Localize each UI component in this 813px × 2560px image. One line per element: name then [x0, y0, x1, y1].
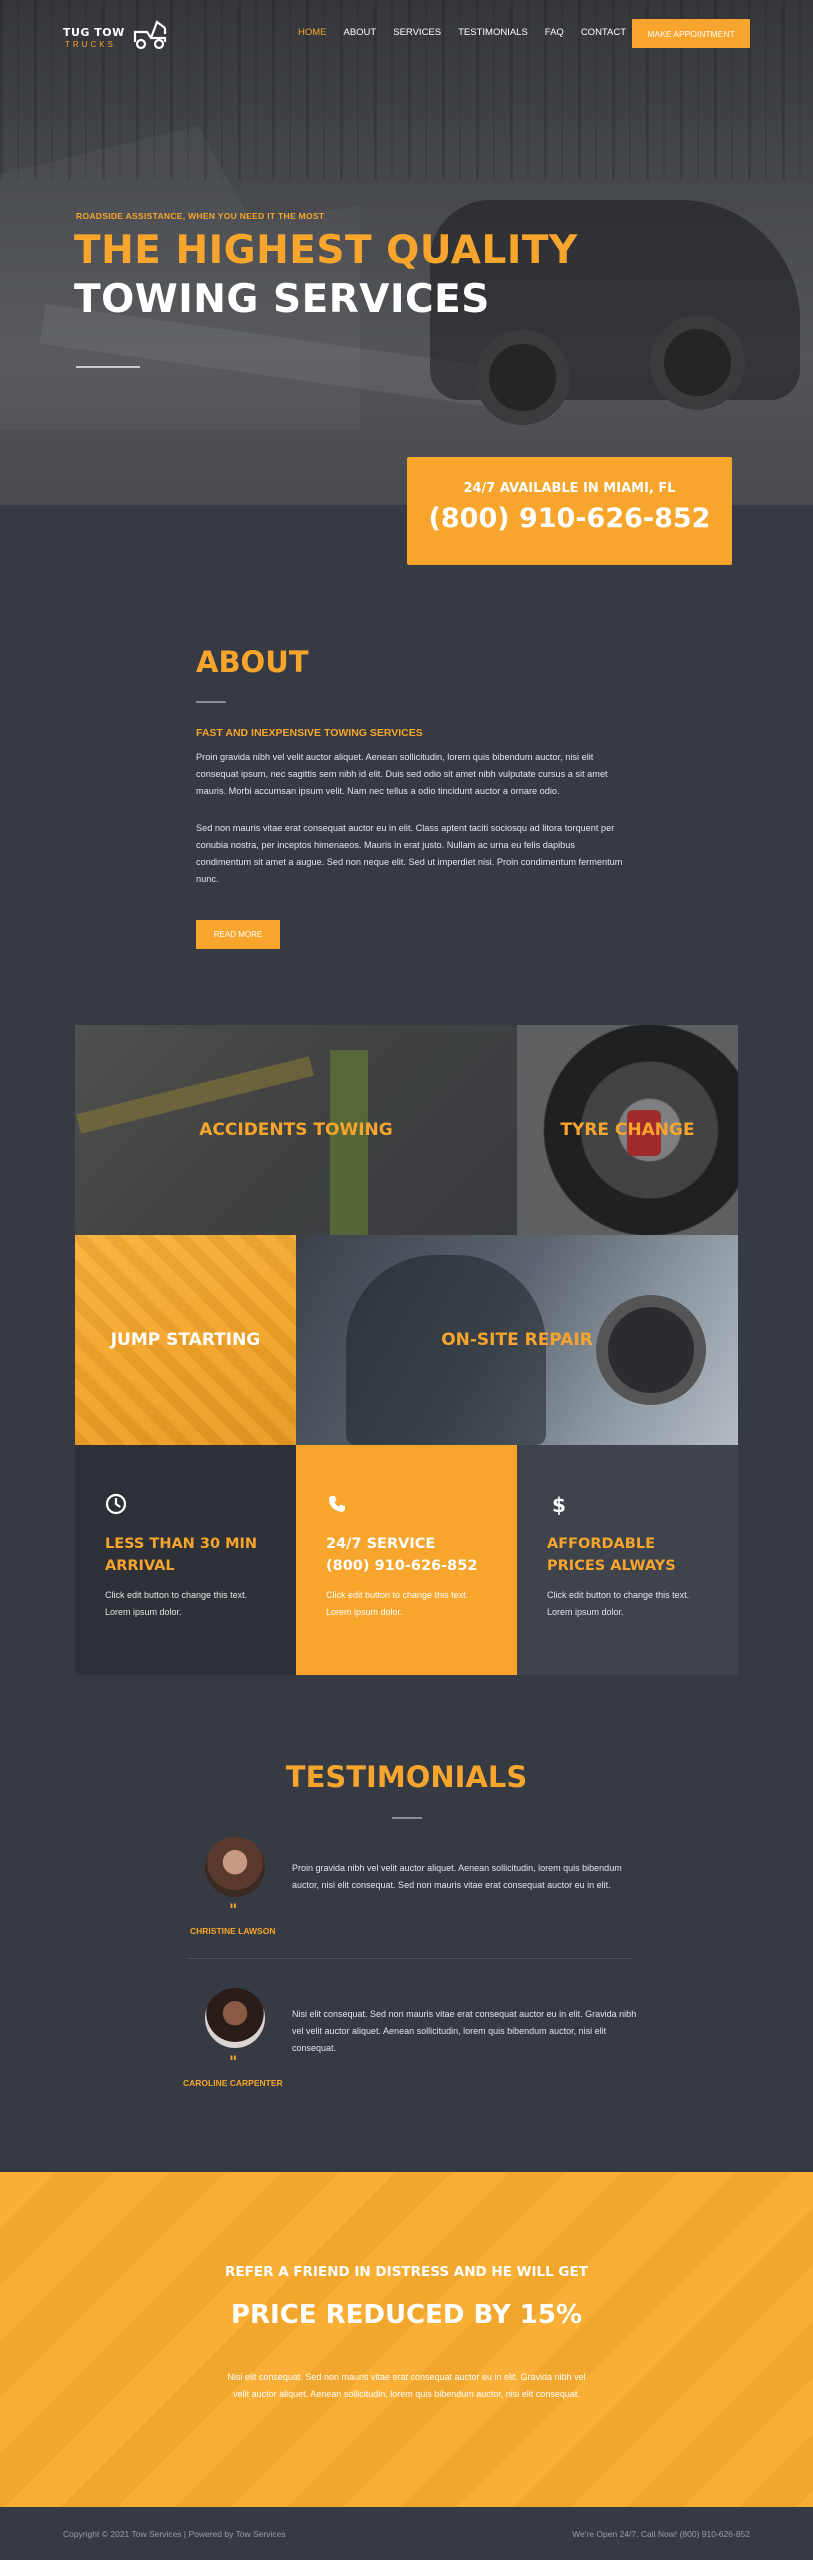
- top-navigation: TUG TOW TRUCKS HOME ABOUT SERVICES TESTI…: [0, 0, 813, 70]
- dollar-icon: $: [552, 1493, 566, 1515]
- quote-icon: ": [229, 1900, 238, 1919]
- about-paragraph-1: Proin gravida nibh vel velit auctor aliq…: [196, 752, 608, 796]
- nav-testimonials[interactable]: TESTIMONIALS: [458, 27, 528, 38]
- svg-text:$: $: [552, 1493, 566, 1515]
- testimonial-text: Nisi elit consequat. Sed non mauris vita…: [292, 2009, 637, 2053]
- mechanic-figure-image: [346, 1255, 546, 1445]
- hero-title-line1: THE HIGHEST QUALITY: [74, 228, 578, 273]
- clock-icon: [105, 1493, 127, 1515]
- feature-title: LESS THAN 30 MIN ARRIVAL: [105, 1533, 257, 1577]
- make-appointment-button[interactable]: MAKE APPOINTMENT: [632, 19, 750, 48]
- feature-title: AFFORDABLE PRICES ALWAYS: [547, 1533, 676, 1577]
- call-box: 24/7 AVAILABLE IN MIAMI, FL (800) 910-62…: [407, 457, 732, 565]
- feature-title-line1: AFFORDABLE: [547, 1536, 655, 1552]
- feature-text: Click edit button to change this text. L…: [105, 1590, 248, 1617]
- refer-text: Nisi elit consequat. Sed non mauris vita…: [227, 2372, 586, 2399]
- tow-truck-icon: [133, 20, 167, 50]
- about-subtitle: FAST AND INEXPENSIVE TOWING SERVICES: [196, 727, 423, 739]
- quote-icon: ": [229, 2052, 238, 2071]
- service-on-site-repair[interactable]: ON-SITE REPAIR: [296, 1235, 738, 1445]
- feature-text: Click edit button to change this text. L…: [326, 1590, 469, 1617]
- avatar: [205, 1837, 265, 1897]
- footer-copyright: Copyright © 2021 Tow Services | Powered …: [63, 2529, 286, 2539]
- nav-contact[interactable]: CONTACT: [581, 27, 626, 38]
- refer-background: [0, 2172, 813, 2507]
- about-title: ABOUT: [196, 645, 309, 679]
- logo-subtitle: TRUCKS: [65, 40, 116, 49]
- feature-arrival: LESS THAN 30 MIN ARRIVAL Click edit butt…: [75, 1445, 296, 1675]
- wheel-image: [596, 1295, 706, 1405]
- refer-section: REFER A FRIEND IN DISTRESS AND HE WILL G…: [0, 2172, 813, 2507]
- feature-service: 24/7 SERVICE (800) 910-626-852 Click edi…: [296, 1445, 517, 1675]
- hero-section: TUG TOW TRUCKS HOME ABOUT SERVICES TESTI…: [0, 0, 813, 505]
- feature-text: Click edit button to change this text. L…: [547, 1590, 690, 1617]
- call-prefix: 24/7 AVAILABLE IN: [463, 481, 599, 496]
- feature-title-line2: (800) 910-626-852: [326, 1558, 478, 1574]
- refer-title: PRICE REDUCED BY 15%: [230, 2300, 583, 2330]
- refer-kicker: REFER A FRIEND IN DISTRESS AND HE WILL G…: [225, 2264, 588, 2280]
- feature-title-line2: ARRIVAL: [105, 1558, 175, 1574]
- testimonial-name: CHRISTINE LAWSON: [190, 1926, 276, 1936]
- service-accidents-towing[interactable]: ACCIDENTS TOWING: [75, 1025, 517, 1235]
- call-phone-number[interactable]: (800) 910-626-852: [407, 503, 732, 534]
- service-label: JUMP STARTING: [110, 1330, 261, 1350]
- avatar: [205, 1988, 265, 2048]
- main-menu: HOME ABOUT SERVICES TESTIMONIALS FAQ CON…: [298, 27, 643, 38]
- testimonial-name: CAROLINE CARPENTER: [183, 2078, 283, 2088]
- testimonial-divider: [188, 1958, 632, 1959]
- service-label: ON-SITE REPAIR: [441, 1330, 593, 1350]
- feature-prices: $ AFFORDABLE PRICES ALWAYS Click edit bu…: [517, 1445, 738, 1675]
- feature-title-line1: 24/7 SERVICE: [326, 1536, 436, 1552]
- nav-faq[interactable]: FAQ: [545, 27, 564, 38]
- footer-contact[interactable]: We're Open 24/7. Call Now! (800) 910-626…: [572, 2529, 750, 2539]
- about-divider: [196, 701, 226, 703]
- service-jump-starting[interactable]: JUMP STARTING: [75, 1235, 296, 1445]
- footer: Copyright © 2021 Tow Services | Powered …: [0, 2507, 813, 2560]
- testimonials-title: TESTIMONIALS: [285, 1760, 528, 1794]
- nav-home[interactable]: HOME: [298, 27, 327, 38]
- about-paragraph-2: Sed non mauris vitae erat consequat auct…: [196, 823, 623, 884]
- phone-icon: [329, 1496, 345, 1512]
- service-tyre-change[interactable]: TYRE CHANGE: [517, 1025, 738, 1235]
- nav-services[interactable]: SERVICES: [393, 27, 441, 38]
- call-city: MIAMI, FL: [603, 481, 676, 496]
- feature-title-line1: LESS THAN 30 MIN: [105, 1536, 258, 1552]
- hero-kicker: ROADSIDE ASSISTANCE, WHEN YOU NEED IT TH…: [76, 211, 325, 221]
- call-availability: 24/7 AVAILABLE IN MIAMI, FL: [407, 481, 732, 496]
- logo-name: TUG TOW: [63, 26, 125, 39]
- hero-divider: [76, 366, 140, 368]
- feature-title: 24/7 SERVICE (800) 910-626-852: [326, 1533, 477, 1577]
- feature-title-line2: PRICES ALWAYS: [547, 1558, 676, 1574]
- read-more-button[interactable]: READ MORE: [196, 920, 280, 949]
- nav-about[interactable]: ABOUT: [344, 27, 377, 38]
- service-label: TYRE CHANGE: [560, 1120, 695, 1140]
- service-label: ACCIDENTS TOWING: [199, 1120, 393, 1140]
- hero-title-line2: TOWING SERVICES: [74, 277, 490, 322]
- testimonials-divider: [392, 1817, 422, 1819]
- testimonial-text: Proin gravida nibh vel velit auctor aliq…: [292, 1863, 622, 1890]
